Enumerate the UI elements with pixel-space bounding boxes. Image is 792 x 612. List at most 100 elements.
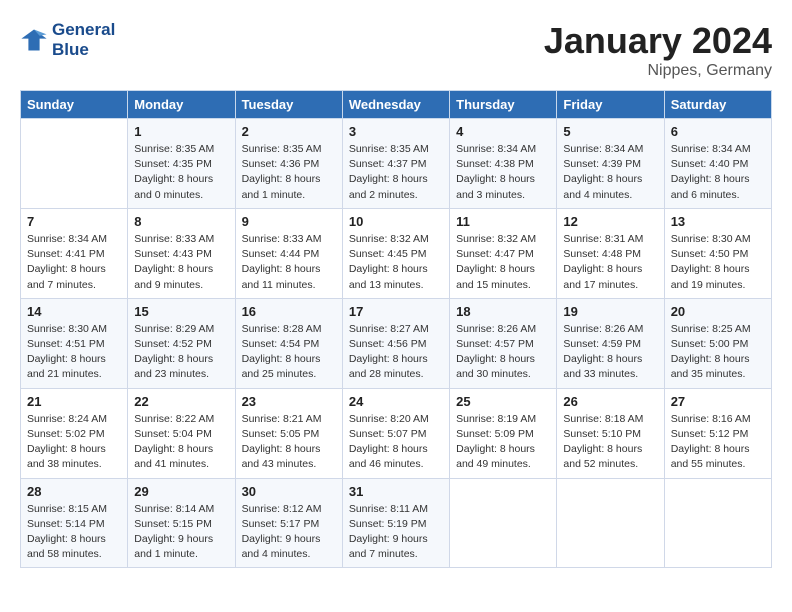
calendar-table: SundayMondayTuesdayWednesdayThursdayFrid… bbox=[20, 90, 772, 568]
calendar-cell: 21 Sunrise: 8:24 AM Sunset: 5:02 PM Dayli… bbox=[21, 388, 128, 478]
day-number: 2 bbox=[242, 124, 336, 139]
calendar-cell: 4 Sunrise: 8:34 AM Sunset: 4:38 PM Daylig… bbox=[450, 119, 557, 209]
weekday-header-sunday: Sunday bbox=[21, 91, 128, 119]
calendar-cell: 7Sunrise: 8:34 AM Sunset: 4:41 PM Daylig… bbox=[21, 208, 128, 298]
day-info: Sunrise: 8:11 AM Sunset: 5:19 PM Dayligh… bbox=[349, 502, 443, 563]
calendar-cell: 8Sunrise: 8:33 AM Sunset: 4:43 PM Daylig… bbox=[128, 208, 235, 298]
day-info: Sunrise: 8:33 AM Sunset: 4:44 PM Dayligh… bbox=[242, 232, 336, 293]
day-number: 24 bbox=[349, 394, 443, 409]
calendar-cell: 31 Sunrise: 8:11 AM Sunset: 5:19 PM Dayli… bbox=[342, 478, 449, 568]
day-number: 18 bbox=[456, 304, 550, 319]
day-number: 19 bbox=[563, 304, 657, 319]
day-number: 15 bbox=[134, 304, 228, 319]
logo-text: General Blue bbox=[52, 20, 115, 59]
day-info: Sunrise: 8:19 AM Sunset: 5:09 PM Dayligh… bbox=[456, 412, 550, 473]
day-number: 10 bbox=[349, 214, 443, 229]
day-number: 31 bbox=[349, 484, 443, 499]
calendar-cell: 17 Sunrise: 8:27 AM Sunset: 4:56 PM Dayli… bbox=[342, 298, 449, 388]
day-info: Sunrise: 8:18 AM Sunset: 5:10 PM Dayligh… bbox=[563, 412, 657, 473]
day-number: 11 bbox=[456, 214, 550, 229]
day-number: 16 bbox=[242, 304, 336, 319]
logo: General Blue bbox=[20, 20, 115, 59]
day-info: Sunrise: 8:26 AM Sunset: 4:57 PM Dayligh… bbox=[456, 322, 550, 383]
day-info: Sunrise: 8:25 AM Sunset: 5:00 PM Dayligh… bbox=[671, 322, 765, 383]
day-number: 27 bbox=[671, 394, 765, 409]
day-number: 3 bbox=[349, 124, 443, 139]
location: Nippes, Germany bbox=[544, 62, 772, 80]
calendar-cell: 19Sunrise: 8:26 AM Sunset: 4:59 PM Dayli… bbox=[557, 298, 664, 388]
day-number: 12 bbox=[563, 214, 657, 229]
day-info: Sunrise: 8:35 AM Sunset: 4:37 PM Dayligh… bbox=[349, 142, 443, 203]
weekday-header-monday: Monday bbox=[128, 91, 235, 119]
calendar-cell: 6 Sunrise: 8:34 AM Sunset: 4:40 PM Daylig… bbox=[664, 119, 771, 209]
calendar-cell: 13 Sunrise: 8:30 AM Sunset: 4:50 PM Dayli… bbox=[664, 208, 771, 298]
day-number: 8 bbox=[134, 214, 228, 229]
day-info: Sunrise: 8:30 AM Sunset: 4:50 PM Dayligh… bbox=[671, 232, 765, 293]
weekday-header-wednesday: Wednesday bbox=[342, 91, 449, 119]
day-info: Sunrise: 8:35 AM Sunset: 4:36 PM Dayligh… bbox=[242, 142, 336, 203]
calendar-cell: 27Sunrise: 8:16 AM Sunset: 5:12 PM Dayli… bbox=[664, 388, 771, 478]
day-info: Sunrise: 8:22 AM Sunset: 5:04 PM Dayligh… bbox=[134, 412, 228, 473]
day-info: Sunrise: 8:12 AM Sunset: 5:17 PM Dayligh… bbox=[242, 502, 336, 563]
week-row-1: 1 Sunrise: 8:35 AM Sunset: 4:35 PM Daylig… bbox=[21, 119, 772, 209]
day-number: 5 bbox=[563, 124, 657, 139]
calendar-cell: 3 Sunrise: 8:35 AM Sunset: 4:37 PM Daylig… bbox=[342, 119, 449, 209]
day-number: 13 bbox=[671, 214, 765, 229]
month-title: January 2024 bbox=[544, 20, 772, 62]
day-info: Sunrise: 8:27 AM Sunset: 4:56 PM Dayligh… bbox=[349, 322, 443, 383]
day-info: Sunrise: 8:20 AM Sunset: 5:07 PM Dayligh… bbox=[349, 412, 443, 473]
title-block: January 2024 Nippes, Germany bbox=[544, 20, 772, 80]
calendar-cell: 20 Sunrise: 8:25 AM Sunset: 5:00 PM Dayli… bbox=[664, 298, 771, 388]
day-number: 1 bbox=[134, 124, 228, 139]
day-number: 28 bbox=[27, 484, 121, 499]
calendar-cell: 1 Sunrise: 8:35 AM Sunset: 4:35 PM Daylig… bbox=[128, 119, 235, 209]
day-number: 9 bbox=[242, 214, 336, 229]
calendar-cell bbox=[450, 478, 557, 568]
weekday-header-thursday: Thursday bbox=[450, 91, 557, 119]
weekday-header-saturday: Saturday bbox=[664, 91, 771, 119]
day-info: Sunrise: 8:28 AM Sunset: 4:54 PM Dayligh… bbox=[242, 322, 336, 383]
day-number: 25 bbox=[456, 394, 550, 409]
day-info: Sunrise: 8:21 AM Sunset: 5:05 PM Dayligh… bbox=[242, 412, 336, 473]
calendar-cell bbox=[557, 478, 664, 568]
weekday-header-row: SundayMondayTuesdayWednesdayThursdayFrid… bbox=[21, 91, 772, 119]
calendar-cell bbox=[664, 478, 771, 568]
day-info: Sunrise: 8:24 AM Sunset: 5:02 PM Dayligh… bbox=[27, 412, 121, 473]
week-row-2: 7Sunrise: 8:34 AM Sunset: 4:41 PM Daylig… bbox=[21, 208, 772, 298]
calendar-cell: 15 Sunrise: 8:29 AM Sunset: 4:52 PM Dayli… bbox=[128, 298, 235, 388]
day-number: 7 bbox=[27, 214, 121, 229]
day-number: 30 bbox=[242, 484, 336, 499]
day-info: Sunrise: 8:30 AM Sunset: 4:51 PM Dayligh… bbox=[27, 322, 121, 383]
calendar-cell: 22 Sunrise: 8:22 AM Sunset: 5:04 PM Dayli… bbox=[128, 388, 235, 478]
day-info: Sunrise: 8:34 AM Sunset: 4:40 PM Dayligh… bbox=[671, 142, 765, 203]
day-number: 4 bbox=[456, 124, 550, 139]
week-row-5: 28 Sunrise: 8:15 AM Sunset: 5:14 PM Dayli… bbox=[21, 478, 772, 568]
day-info: Sunrise: 8:35 AM Sunset: 4:35 PM Dayligh… bbox=[134, 142, 228, 203]
day-number: 26 bbox=[563, 394, 657, 409]
calendar-cell: 11Sunrise: 8:32 AM Sunset: 4:47 PM Dayli… bbox=[450, 208, 557, 298]
day-info: Sunrise: 8:34 AM Sunset: 4:38 PM Dayligh… bbox=[456, 142, 550, 203]
day-info: Sunrise: 8:32 AM Sunset: 4:45 PM Dayligh… bbox=[349, 232, 443, 293]
day-number: 22 bbox=[134, 394, 228, 409]
day-info: Sunrise: 8:29 AM Sunset: 4:52 PM Dayligh… bbox=[134, 322, 228, 383]
calendar-cell: 28 Sunrise: 8:15 AM Sunset: 5:14 PM Dayli… bbox=[21, 478, 128, 568]
calendar-cell: 29Sunrise: 8:14 AM Sunset: 5:15 PM Dayli… bbox=[128, 478, 235, 568]
day-number: 21 bbox=[27, 394, 121, 409]
logo-icon bbox=[20, 26, 48, 54]
week-row-3: 14Sunrise: 8:30 AM Sunset: 4:51 PM Dayli… bbox=[21, 298, 772, 388]
calendar-cell: 16 Sunrise: 8:28 AM Sunset: 4:54 PM Dayli… bbox=[235, 298, 342, 388]
calendar-cell: 25 Sunrise: 8:19 AM Sunset: 5:09 PM Dayli… bbox=[450, 388, 557, 478]
calendar-cell: 23 Sunrise: 8:21 AM Sunset: 5:05 PM Dayli… bbox=[235, 388, 342, 478]
day-info: Sunrise: 8:31 AM Sunset: 4:48 PM Dayligh… bbox=[563, 232, 657, 293]
day-number: 20 bbox=[671, 304, 765, 319]
calendar-cell: 5 Sunrise: 8:34 AM Sunset: 4:39 PM Daylig… bbox=[557, 119, 664, 209]
day-number: 6 bbox=[671, 124, 765, 139]
page-header: General Blue January 2024 Nippes, German… bbox=[20, 20, 772, 80]
day-number: 23 bbox=[242, 394, 336, 409]
calendar-cell: 9 Sunrise: 8:33 AM Sunset: 4:44 PM Daylig… bbox=[235, 208, 342, 298]
calendar-cell: 12 Sunrise: 8:31 AM Sunset: 4:48 PM Dayli… bbox=[557, 208, 664, 298]
day-number: 17 bbox=[349, 304, 443, 319]
calendar-cell: 10 Sunrise: 8:32 AM Sunset: 4:45 PM Dayli… bbox=[342, 208, 449, 298]
day-info: Sunrise: 8:15 AM Sunset: 5:14 PM Dayligh… bbox=[27, 502, 121, 563]
day-info: Sunrise: 8:34 AM Sunset: 4:39 PM Dayligh… bbox=[563, 142, 657, 203]
